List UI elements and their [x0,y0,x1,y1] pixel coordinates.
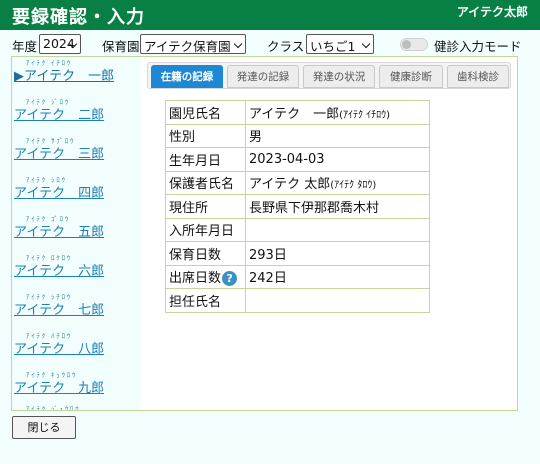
tab-health-checkup[interactable]: 健康診断 [379,65,443,88]
teacher-label: 担任氏名 [165,288,246,313]
tab-development-record[interactable]: 発達の記録 [227,65,299,88]
gender-value: 男 [245,123,430,148]
name-kana: (ｱｲﾃｸ ｲﾁﾛｳ) [339,109,391,121]
enrollment-table: 園児氏名 アイテク 一郎(ｱｲﾃｸ ｲﾁﾛｳ) 性別 男 生年月日 2023-0… [165,100,430,313]
tab-enrollment[interactable]: 在籍の記録 [151,65,223,88]
birth-label: 生年月日 [165,147,246,172]
table-row: 生年月日 2023-04-03 [165,147,430,172]
tab-dental-checkup[interactable]: 歯科検診 [447,65,509,88]
care-days-label: 保育日数 [165,241,246,266]
address-value: 長野県下伊那郡喬木村 [245,194,430,219]
class-label: クラス [267,39,305,54]
child-name[interactable]: アイテク 二郎 [14,104,104,123]
guardian-cell: アイテク 太郎(ｱｲﾃｸ ﾀﾛｳ) [245,170,430,195]
guardian-label: 保護者氏名 [165,170,246,195]
detail-panel: 在籍の記録 発達の記録 発達の状況 健康診断 歯科検診 園児氏名 アイテク 一郎… [141,56,518,411]
toggle-knob [402,40,411,49]
table-row: 出席日数? 242日 [165,264,430,289]
page-title: 要録確認・入力 [12,7,145,28]
tab-bar: 在籍の記録 発達の記録 発達の状況 健康診断 歯科検診 [147,62,511,89]
year-label: 年度 [12,39,38,54]
child-name[interactable]: アイテク 五郎 [14,221,104,240]
table-row: 保育日数 293日 [165,241,430,266]
help-icon[interactable]: ? [222,271,238,287]
user-name: アイテク太郎 [456,5,528,19]
child-name[interactable]: アイテク 九郎 [14,377,104,396]
child-name[interactable]: アイテク 四郎 [14,182,104,201]
table-row: 入所年月日 [165,217,430,242]
care-days-value: 293日 [245,241,430,266]
guardian-kana: (ｱｲﾃｸ ﾀﾛｳ) [330,180,377,192]
name-cell: アイテク 一郎(ｱｲﾃｸ ｲﾁﾛｳ) [245,100,430,125]
child-list: ｱｲﾃｸ ｲﾁﾛｳ ▶アイテク 一郎 ｱｲﾃｸ ｼﾞﾛｳ アイテク 二郎 ｱｲﾃ… [11,56,142,411]
address-label: 現住所 [165,194,246,219]
nursery-select[interactable]: アイテク保育園 [140,34,246,54]
name-label: 園児氏名 [165,100,246,125]
nursery-label: 保育園 [102,39,140,54]
checkup-mode-label: 健診入力モード [434,39,522,54]
class-select[interactable]: いちご1 [306,34,374,54]
table-row: 担任氏名 [165,288,430,313]
admission-value [245,217,430,242]
year-select[interactable]: 2024 [39,34,81,54]
birth-value: 2023-04-03 [245,147,430,172]
teacher-value [245,288,430,313]
tab-development-status[interactable]: 発達の状況 [303,65,375,88]
filter-bar: 年度 2024 保育園 アイテク保育園 クラス いちご1 健診入力モード [0,33,540,55]
admission-label: 入所年月日 [165,217,246,242]
table-row: 性別 男 [165,123,430,148]
child-name[interactable]: アイテク 八郎 [14,338,104,357]
name-value: アイテク 一郎 [249,106,340,122]
child-name[interactable]: ▶アイテク 一郎 [14,65,114,84]
child-name[interactable]: アイテク 三郎 [14,143,104,162]
guardian-value: アイテク 太郎 [249,177,331,193]
child-name[interactable]: アイテク 六郎 [14,260,104,279]
app-header: 要録確認・入力 アイテク太郎 [0,0,540,30]
attend-days-cell: 出席日数? [165,264,246,289]
table-row: 園児氏名 アイテク 一郎(ｱｲﾃｸ ｲﾁﾛｳ) [165,100,430,125]
table-row: 保護者氏名 アイテク 太郎(ｱｲﾃｸ ﾀﾛｳ) [165,170,430,195]
gender-label: 性別 [165,123,246,148]
checkup-mode-toggle[interactable] [400,38,428,51]
child-name[interactable]: アイテク 七郎 [14,299,104,318]
attend-days-value: 242日 [245,264,430,289]
attend-days-label: 出席日数 [169,271,222,287]
child-kana: ｱｲﾃｸ ｼﾞｭｳﾛｳ [26,405,81,411]
table-row: 現住所 長野県下伊那郡喬木村 [165,194,430,219]
close-button[interactable]: 閉じる [12,416,76,439]
